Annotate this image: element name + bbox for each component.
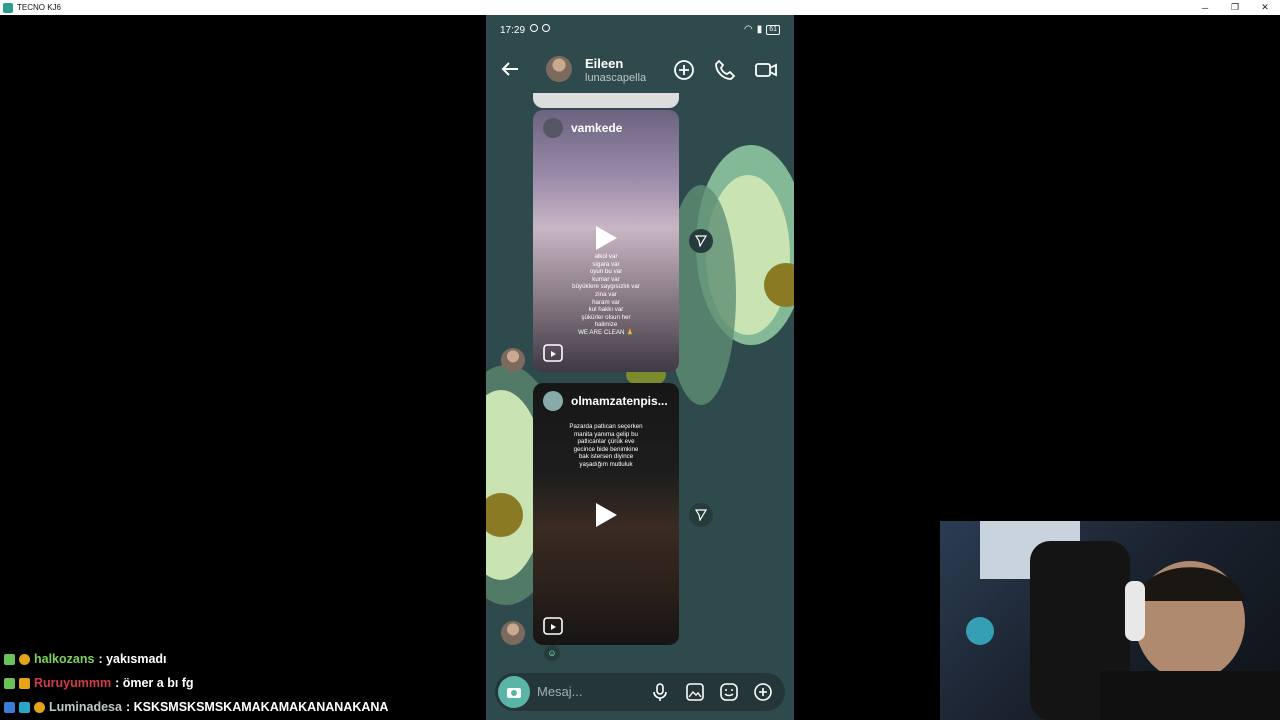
restore-button[interactable]: ❐ [1220,0,1250,15]
minimize-button[interactable]: ─ [1190,0,1220,15]
previous-message[interactable] [533,93,679,108]
chat-username[interactable]: halkozans [34,652,94,666]
badge-icon [4,677,15,689]
add-icon[interactable] [753,682,773,702]
avatar[interactable] [546,56,572,82]
badge-icon [19,701,30,713]
status-bar: 17:29 ◠ ▮ 61 [486,15,794,45]
contact-name[interactable]: Eileen [585,56,623,71]
play-icon[interactable] [594,502,618,528]
badge-icon [4,653,15,665]
sticker-icon[interactable] [719,682,739,702]
app-icon [3,2,13,13]
play-icon[interactable] [594,225,618,251]
effects-icon[interactable] [672,58,696,82]
camera-button[interactable] [498,676,530,708]
badge-icon [19,653,30,665]
chat-username[interactable]: Luminadesa [49,700,122,714]
phone-screen: 17:29 ◠ ▮ 61 Eileen lunascapella vamkede… [486,15,794,720]
badge-icon [34,701,45,713]
reel-message[interactable]: olmamzatenpis... Pazarda patlıcan seçerk… [533,383,679,645]
message-input[interactable]: Mesaj... [537,684,583,699]
chat-line: Ruruyummm : ömer a bı fg [4,676,194,690]
battery-level: 61 [766,24,780,35]
reel-username[interactable]: vamkede [571,121,622,135]
close-button[interactable]: ✕ [1250,0,1280,15]
chat-line: halkozans : yakısmadı [4,652,167,666]
reel-icon [543,344,563,362]
camera-icon [507,688,521,698]
microphone-icon[interactable] [650,682,670,702]
message-composer: Mesaj... [495,673,785,711]
reel-avatar [543,391,563,411]
badge-icon [4,701,15,713]
reel-caption: Pazarda patlıcan seçerken manita yanıma g… [569,423,643,468]
reel-avatar [543,118,563,138]
contact-username[interactable]: lunascapella [585,72,646,84]
webcam-overlay [940,521,1280,720]
webcam-image [966,521,1280,720]
sender-avatar[interactable] [501,621,525,645]
reaction-icon[interactable]: ☺ [544,645,560,661]
window-titlebar: TECNO KJ6 ─ ❐ ✕ [0,0,1280,15]
sender-avatar[interactable] [501,348,525,372]
chat-username[interactable]: Ruruyummm [34,676,111,690]
window-title: TECNO KJ6 [17,3,62,12]
video-call-icon[interactable] [754,58,778,82]
reel-message[interactable]: vamkede alkol var sigara var oyun bu var ku… [533,110,679,372]
share-icon[interactable] [689,503,713,527]
wifi-icon: ◠ [743,24,753,35]
chat-message: : ömer a bı fg [115,676,194,690]
chat-header: Eileen lunascapella [486,45,794,97]
chat-message: : KSKSMSKSMSKAMAKAMAKANANAKANA [125,700,389,714]
notification-icon [542,24,550,32]
status-time: 17:29 [500,24,526,36]
signal-icon: ▮ [756,24,763,35]
reel-username[interactable]: olmamzatenpis... [571,394,668,408]
badge-icon [19,677,30,689]
reel-icon [543,617,563,635]
share-icon[interactable] [689,229,713,253]
notification-icon [530,24,538,32]
reel-caption: alkol var sigara var oyun bu var kumar var b… [572,253,640,336]
chat-message: : yakısmadı [98,652,167,666]
phone-call-icon[interactable] [713,58,737,82]
chat-line: Luminadesa : KSKSMSKSMSKAMAKAMAKANANAKAN… [4,700,388,714]
gallery-icon[interactable] [685,682,705,702]
back-arrow-icon[interactable] [498,57,522,81]
